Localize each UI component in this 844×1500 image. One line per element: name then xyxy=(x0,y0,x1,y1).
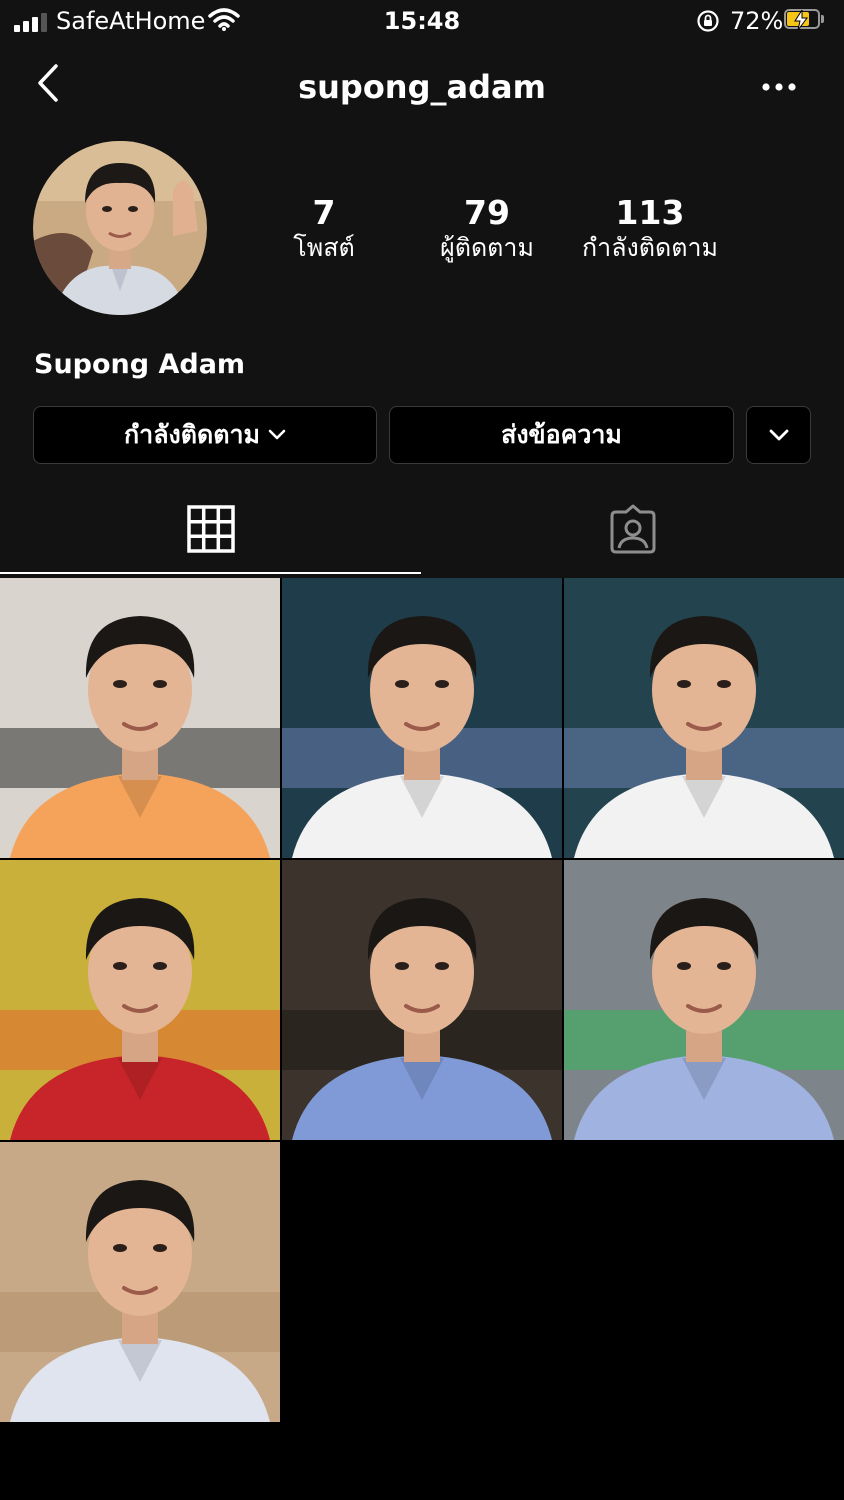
message-button-label: ส่งข้อความ xyxy=(501,420,622,449)
posts-count: 7 xyxy=(312,193,336,232)
post-thumbnail[interactable] xyxy=(282,860,562,1140)
orientation-lock-icon xyxy=(697,10,719,32)
following-button-label: กำลังติดตาม xyxy=(124,420,260,449)
profile-avatar[interactable] xyxy=(33,141,207,315)
following-count: 113 xyxy=(615,193,685,232)
followers-label: ผู้ติดตาม xyxy=(440,233,534,262)
following-label: กำลังติดตาม xyxy=(582,233,718,262)
suggested-accounts-button[interactable] xyxy=(746,406,811,464)
tagged-person-icon xyxy=(610,504,656,554)
grid-icon xyxy=(187,505,235,553)
post-thumbnail[interactable] xyxy=(0,578,280,858)
followers-count: 79 xyxy=(464,193,510,232)
battery-percent: 72% xyxy=(730,7,784,35)
more-options-button[interactable] xyxy=(756,72,802,102)
display-name: Supong Adam xyxy=(34,349,246,380)
profile-username: supong_adam xyxy=(298,68,546,106)
post-thumbnail[interactable] xyxy=(0,1142,280,1422)
active-tab-indicator xyxy=(0,572,421,574)
more-horizontal-icon xyxy=(762,83,796,91)
post-thumbnail[interactable] xyxy=(0,860,280,1140)
chevron-down-icon xyxy=(268,429,286,440)
chevron-down-icon xyxy=(769,429,788,440)
tab-posts-grid[interactable] xyxy=(0,496,421,576)
post-thumbnail[interactable] xyxy=(564,578,844,858)
tab-tagged[interactable] xyxy=(421,496,844,576)
message-button[interactable]: ส่งข้อความ xyxy=(389,406,734,464)
post-thumbnail[interactable] xyxy=(282,578,562,858)
following-button[interactable]: กำลังติดตาม xyxy=(33,406,377,464)
post-thumbnail[interactable] xyxy=(564,860,844,1140)
posts-label: โพสต์ xyxy=(293,233,355,262)
followers-stat[interactable]: 79 ผู้ติดตาม xyxy=(416,194,558,264)
status-bar: SafeAtHome 15:48 72% xyxy=(0,0,844,44)
battery-icon xyxy=(784,9,824,31)
following-stat[interactable]: 113 กำลังติดตาม xyxy=(566,194,734,264)
posts-stat: 7 โพสต์ xyxy=(264,194,384,264)
